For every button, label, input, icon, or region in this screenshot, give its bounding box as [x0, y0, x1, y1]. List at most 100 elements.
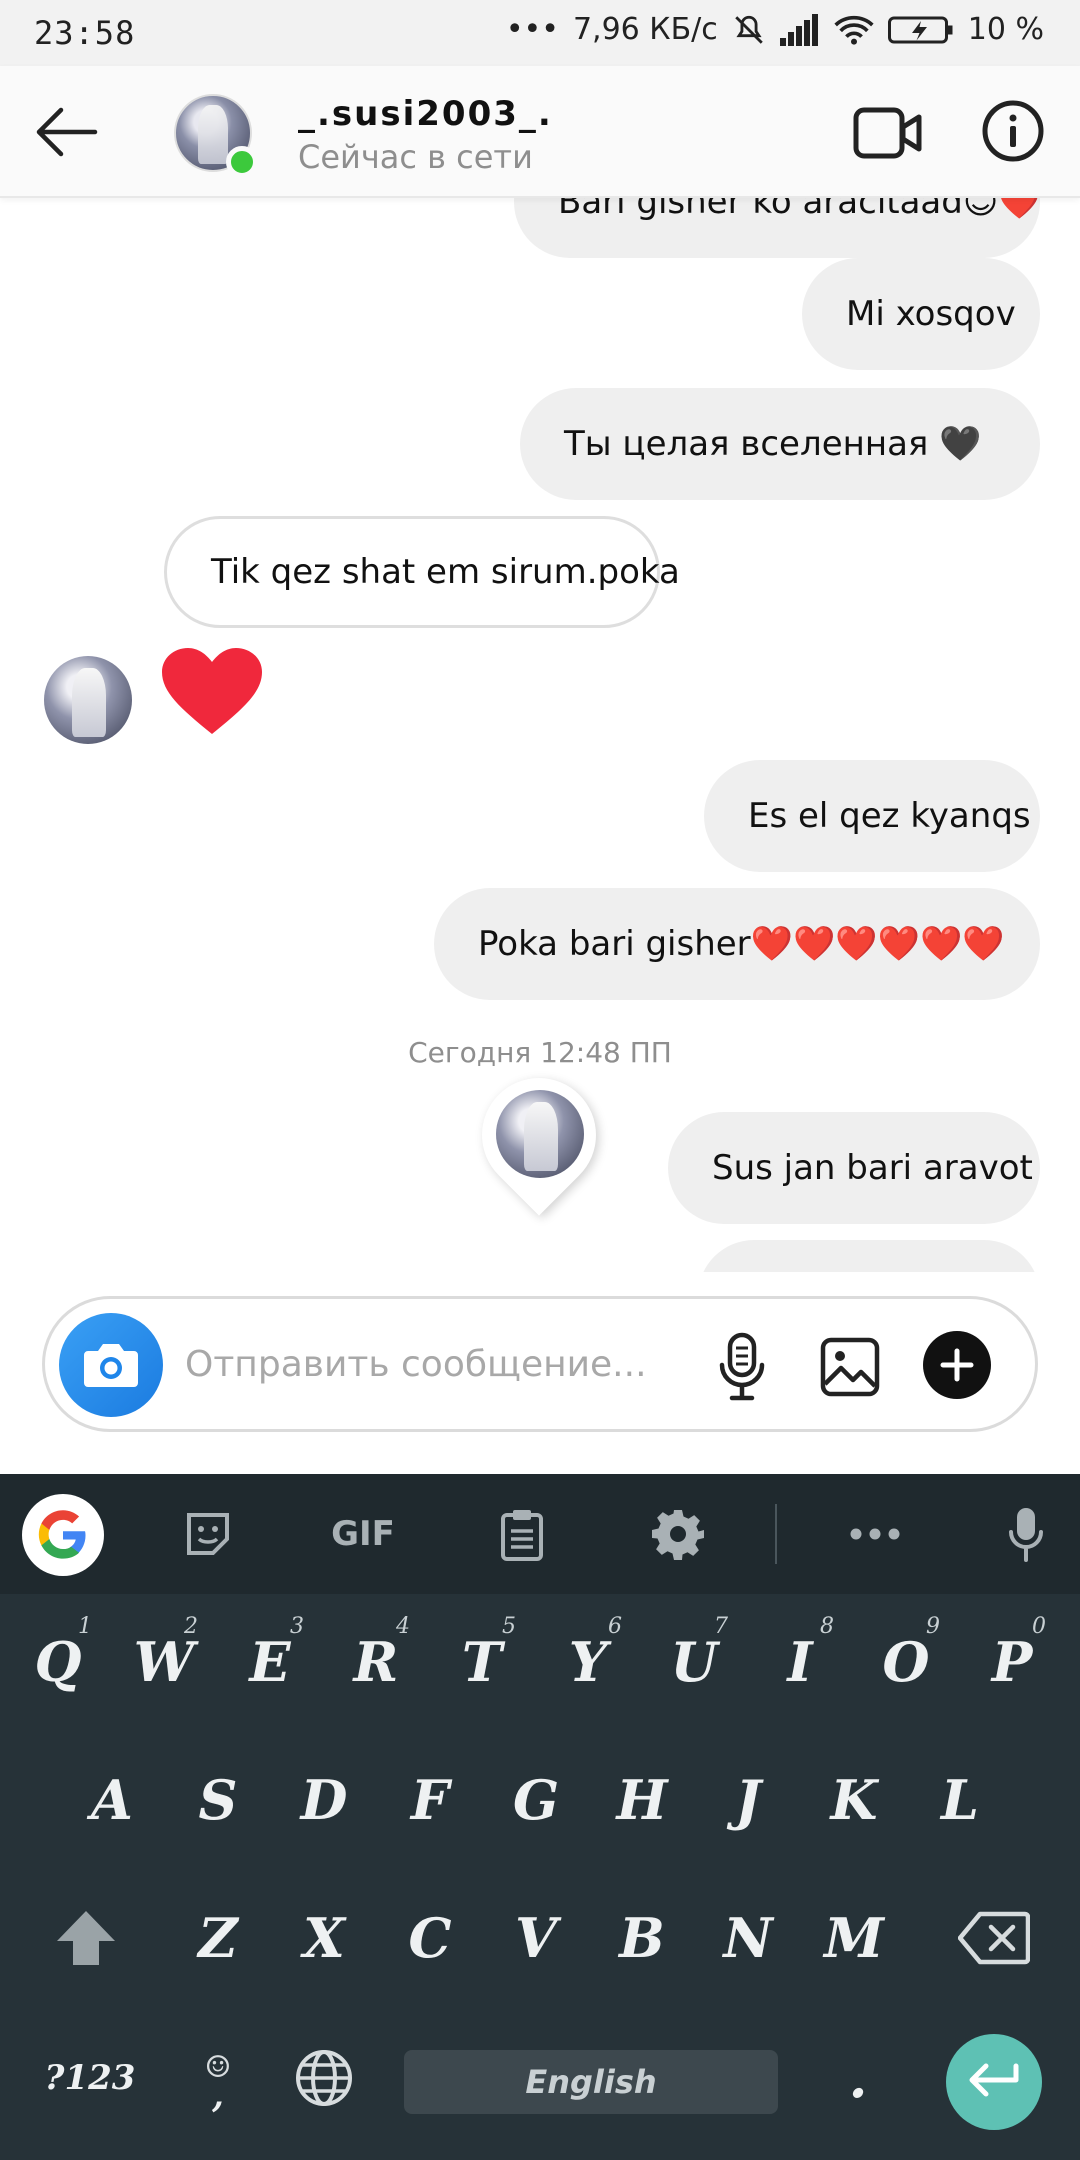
- key-u[interactable]: U7: [646, 1602, 742, 1722]
- key-n[interactable]: N: [700, 1878, 796, 1998]
- heart-icon: [162, 648, 262, 734]
- more-options-button[interactable]: [923, 1331, 991, 1399]
- more-button[interactable]: [840, 1500, 910, 1568]
- key-a[interactable]: A: [64, 1740, 160, 1860]
- contact-avatar[interactable]: [174, 94, 258, 178]
- message-bubble-in[interactable]: Tik qez shat em sirum.poka: [164, 516, 680, 628]
- mute-bell-icon: [735, 15, 763, 44]
- heart-reaction-message[interactable]: [160, 642, 270, 742]
- google-button[interactable]: [22, 1494, 104, 1576]
- battery-icon: [887, 16, 953, 43]
- key-r[interactable]: R4: [328, 1602, 424, 1722]
- sticker-icon: [187, 1513, 229, 1555]
- camera-button[interactable]: [59, 1313, 163, 1417]
- contact-status: Сейчас в сети: [298, 138, 533, 176]
- network-speed: 7,96 КБ/с: [572, 12, 718, 47]
- microphone-icon: [719, 1332, 765, 1401]
- key-i[interactable]: I8: [752, 1602, 848, 1722]
- message-bubble-out[interactable]: Sus jan bari aravot: [668, 1112, 1040, 1224]
- enter-arrow-icon: [969, 2063, 1019, 2097]
- battery-level: 10 %: [967, 12, 1044, 47]
- period-key[interactable]: .: [810, 2018, 906, 2138]
- shift-key[interactable]: [36, 1878, 136, 1998]
- info-icon: [982, 100, 1044, 162]
- key-k[interactable]: K: [806, 1740, 902, 1860]
- message-input[interactable]: [185, 1329, 685, 1399]
- keyboard-toolbar: GIF: [0, 1474, 1080, 1594]
- key-g[interactable]: G: [488, 1740, 584, 1860]
- message-bubble-out[interactable]: Poka bari gisher❤️❤️❤️❤️❤️❤️: [434, 888, 1040, 1000]
- key-h[interactable]: H: [594, 1740, 690, 1860]
- key-l[interactable]: L: [912, 1740, 1008, 1860]
- keyboard: GIF Q1 W2 E3 R4 T5 Y6 U7 I8 O9 P0 A S D …: [0, 1474, 1080, 2160]
- key-z[interactable]: Z: [170, 1878, 266, 1998]
- key-m[interactable]: M: [806, 1878, 902, 1998]
- message-bubble-out[interactable]: Ты целая вселенная 🖤: [520, 388, 1040, 500]
- google-icon: [38, 1510, 86, 1559]
- clipboard-icon: [501, 1510, 543, 1561]
- toolbar-divider: [775, 1504, 777, 1564]
- message-list[interactable]: Bari gisher ko aracitaad😊❤️ Mi xosqov Ты…: [0, 198, 1080, 1272]
- status-bar: 23:58 ••• 7,96 КБ/с 10 %: [0, 0, 1080, 66]
- key-c[interactable]: C: [382, 1878, 478, 1998]
- ellipsis-icon: [850, 1528, 900, 1540]
- shift-arrow-icon: [57, 1911, 115, 1965]
- backspace-icon: [958, 1911, 1030, 1965]
- key-d[interactable]: D: [276, 1740, 372, 1860]
- wifi-icon: [834, 15, 874, 45]
- image-icon: [820, 1337, 880, 1397]
- voice-message-button[interactable]: [707, 1329, 777, 1405]
- sender-avatar[interactable]: [44, 656, 132, 744]
- key-e[interactable]: E3: [222, 1602, 318, 1722]
- space-key[interactable]: English: [404, 2050, 778, 2114]
- language-key[interactable]: [276, 2018, 372, 2138]
- key-s[interactable]: S: [170, 1740, 266, 1860]
- plus-icon: [940, 1348, 974, 1382]
- info-button[interactable]: [980, 98, 1046, 164]
- message-bubble-out[interactable]: Es el qez kyanqs: [704, 760, 1040, 872]
- settings-button[interactable]: [646, 1500, 710, 1568]
- arrow-left-icon: [36, 107, 98, 157]
- message-bubble-out[interactable]: Mi xosqov: [802, 258, 1040, 370]
- key-x[interactable]: X: [276, 1878, 372, 1998]
- key-o[interactable]: O9: [858, 1602, 954, 1722]
- message-bubble-out-partial[interactable]: [698, 1240, 1040, 1272]
- back-button[interactable]: [26, 96, 106, 168]
- seen-indicator: [458, 1054, 620, 1216]
- microphone-icon: [1009, 1508, 1043, 1562]
- key-w[interactable]: W2: [116, 1602, 212, 1722]
- globe-icon: [296, 2050, 352, 2106]
- gallery-button[interactable]: [815, 1329, 885, 1405]
- video-call-button[interactable]: [850, 102, 926, 164]
- seen-avatar: [496, 1090, 584, 1178]
- video-camera-icon: [853, 107, 922, 159]
- gear-icon: [652, 1510, 704, 1560]
- message-composer: [42, 1296, 1038, 1432]
- key-v[interactable]: V: [488, 1878, 584, 1998]
- signal-icon: [779, 13, 818, 46]
- key-f[interactable]: F: [382, 1740, 478, 1860]
- day-separator: Сегодня 12:48 ПП: [408, 1036, 672, 1069]
- camera-icon: [84, 1344, 138, 1387]
- contact-name[interactable]: _.susi2003_.: [298, 94, 553, 134]
- more-dots-icon: •••: [505, 12, 559, 47]
- clock: 23:58: [34, 14, 136, 52]
- voice-input-button[interactable]: [1000, 1500, 1052, 1568]
- enter-key[interactable]: [946, 2034, 1042, 2130]
- key-q[interactable]: Q1: [10, 1602, 106, 1722]
- emoji-comma-key[interactable]: ☺ ,: [170, 2018, 266, 2138]
- key-b[interactable]: B: [594, 1878, 690, 1998]
- online-indicator: [226, 146, 258, 178]
- backspace-key[interactable]: [940, 1878, 1048, 1998]
- gif-button[interactable]: GIF: [320, 1500, 406, 1568]
- chat-header: _.susi2003_. Сейчас в сети: [0, 66, 1080, 198]
- clipboard-button[interactable]: [490, 1500, 554, 1568]
- sticker-button[interactable]: [176, 1500, 240, 1568]
- status-icons: ••• 7,96 КБ/с 10 %: [506, 12, 1044, 47]
- message-bubble-out[interactable]: Bari gisher ko aracitaad😊❤️: [514, 198, 1041, 258]
- key-p[interactable]: P0: [964, 1602, 1060, 1722]
- key-t[interactable]: T5: [434, 1602, 530, 1722]
- key-y[interactable]: Y6: [540, 1602, 636, 1722]
- key-j[interactable]: J: [700, 1740, 796, 1860]
- symbols-key[interactable]: ?123: [30, 2018, 150, 2138]
